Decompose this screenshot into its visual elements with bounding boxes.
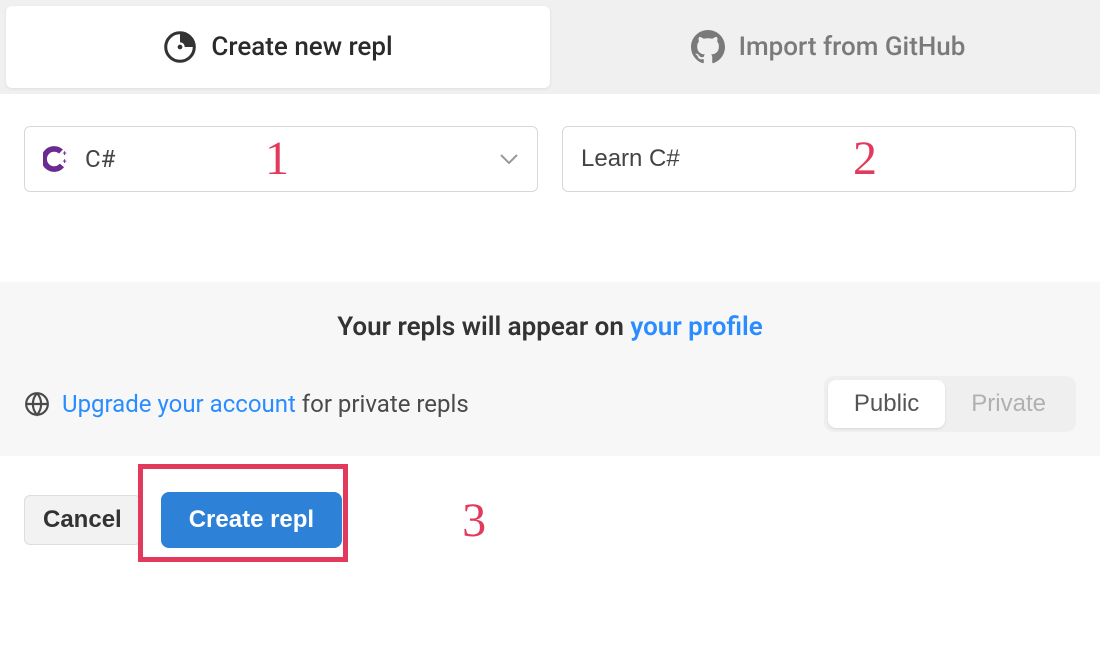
- globe-icon: [24, 391, 50, 417]
- fields-row: + + C# 1 2: [0, 94, 1100, 192]
- tab-create-new-repl[interactable]: Create new repl: [6, 6, 550, 88]
- info-prefix: Your repls will appear on: [337, 312, 630, 342]
- annotation-1: 1: [265, 131, 289, 186]
- upgrade-suffix: for private repls: [296, 390, 469, 418]
- language-name: C#: [85, 145, 115, 173]
- repl-name-input[interactable]: [581, 145, 1057, 173]
- cancel-button[interactable]: Cancel: [24, 495, 141, 545]
- upgrade-row: Upgrade your account for private repls P…: [24, 376, 1076, 432]
- annotation-3: 3: [462, 493, 486, 548]
- action-row: Cancel Create repl 3: [0, 456, 1100, 584]
- create-repl-button[interactable]: Create repl: [161, 492, 342, 548]
- tab-bar: Create new repl Import from GitHub: [0, 0, 1100, 94]
- github-icon: [691, 30, 725, 64]
- info-section: Your repls will appear on your profile U…: [0, 282, 1100, 456]
- tab-create-label: Create new repl: [211, 32, 392, 62]
- upgrade-link[interactable]: Upgrade your account: [62, 390, 296, 418]
- visibility-toggle: Public Private: [824, 376, 1076, 432]
- upgrade-text: Upgrade your account for private repls: [62, 390, 469, 418]
- svg-text:+: +: [63, 156, 67, 165]
- your-profile-link[interactable]: your profile: [630, 312, 762, 342]
- csharp-icon: + +: [43, 145, 71, 173]
- public-button[interactable]: Public: [828, 380, 945, 428]
- tab-import-github[interactable]: Import from GitHub: [556, 0, 1100, 94]
- private-button[interactable]: Private: [945, 380, 1072, 428]
- annotation-2: 2: [853, 131, 877, 186]
- tab-import-label: Import from GitHub: [739, 32, 966, 62]
- info-title: Your repls will appear on your profile: [24, 312, 1076, 342]
- chevron-down-icon: [499, 145, 519, 173]
- language-select[interactable]: + + C# 1: [24, 126, 538, 192]
- replit-icon: [163, 30, 197, 64]
- repl-name-field[interactable]: 2: [562, 126, 1076, 192]
